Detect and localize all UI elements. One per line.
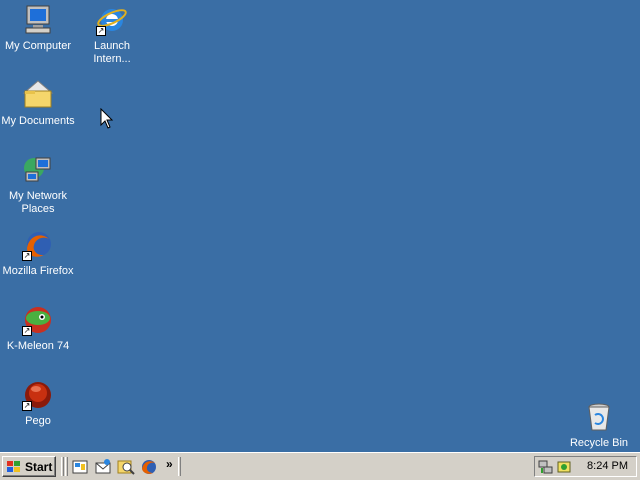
folder-icon (22, 79, 54, 111)
taskbar: Start » 8:24 PM (0, 452, 640, 480)
my-computer-label: My Computer (4, 40, 72, 52)
k-meleon-shortcut[interactable]: ↗ K-Meleon 74 (0, 304, 76, 353)
firefox-icon[interactable] (140, 458, 158, 476)
my-network-places-label: My Network Places (8, 190, 68, 215)
launch-internet-explorer-shortcut[interactable]: ↗ Launch Intern... (74, 4, 150, 66)
system-tray: 8:24 PM (534, 456, 637, 477)
k-meleon-label: K-Meleon 74 (6, 340, 70, 352)
toolbar-grip[interactable] (61, 457, 64, 476)
pego-icon: ↗ (22, 379, 54, 411)
toolbar-grip[interactable] (65, 457, 68, 476)
internet-explorer-icon: ↗ (96, 4, 128, 36)
launch-internet-explorer-label: Launch Intern... (93, 40, 131, 65)
start-button[interactable]: Start (2, 456, 56, 477)
show-desktop-icon[interactable] (71, 458, 89, 476)
pego-label: Pego (25, 415, 51, 427)
shortcut-arrow-icon: ↗ (22, 326, 32, 336)
k-meleon-icon: ↗ (22, 304, 54, 336)
mozilla-firefox-label: Mozilla Firefox (2, 265, 74, 277)
toolbar-grip[interactable] (178, 457, 181, 476)
recycle-bin-label: Recycle Bin (569, 437, 629, 449)
my-documents-label: My Documents (1, 115, 75, 127)
desktop[interactable]: My Computer ↗ Launch Intern... My Docume… (0, 0, 640, 452)
start-label: Start (25, 459, 53, 474)
my-computer-shortcut[interactable]: My Computer (0, 4, 76, 53)
firefox-icon: ↗ (22, 229, 54, 261)
shortcut-arrow-icon: ↗ (22, 251, 32, 261)
outlook-express-icon[interactable] (94, 458, 112, 476)
my-documents-shortcut[interactable]: My Documents (0, 79, 76, 128)
recycle-bin-shortcut[interactable]: Recycle Bin (561, 401, 637, 450)
windows-logo-icon (7, 460, 20, 472)
tray-app-icon[interactable] (556, 459, 572, 475)
clock[interactable]: 8:24 PM (587, 460, 628, 472)
my-computer-icon (22, 4, 54, 36)
mouse-pointer-icon (100, 108, 114, 129)
recycle-bin-icon (583, 401, 615, 433)
network-connection-icon[interactable] (538, 459, 554, 475)
my-network-places-shortcut[interactable]: My Network Places (0, 154, 76, 216)
mozilla-firefox-shortcut[interactable]: ↗ Mozilla Firefox (0, 229, 76, 278)
quick-launch-more-button[interactable]: » (166, 457, 173, 471)
pego-shortcut[interactable]: ↗ Pego (0, 379, 76, 428)
network-places-icon (22, 154, 54, 186)
shortcut-arrow-icon: ↗ (96, 26, 106, 36)
search-icon[interactable] (117, 458, 135, 476)
shortcut-arrow-icon: ↗ (22, 401, 32, 411)
